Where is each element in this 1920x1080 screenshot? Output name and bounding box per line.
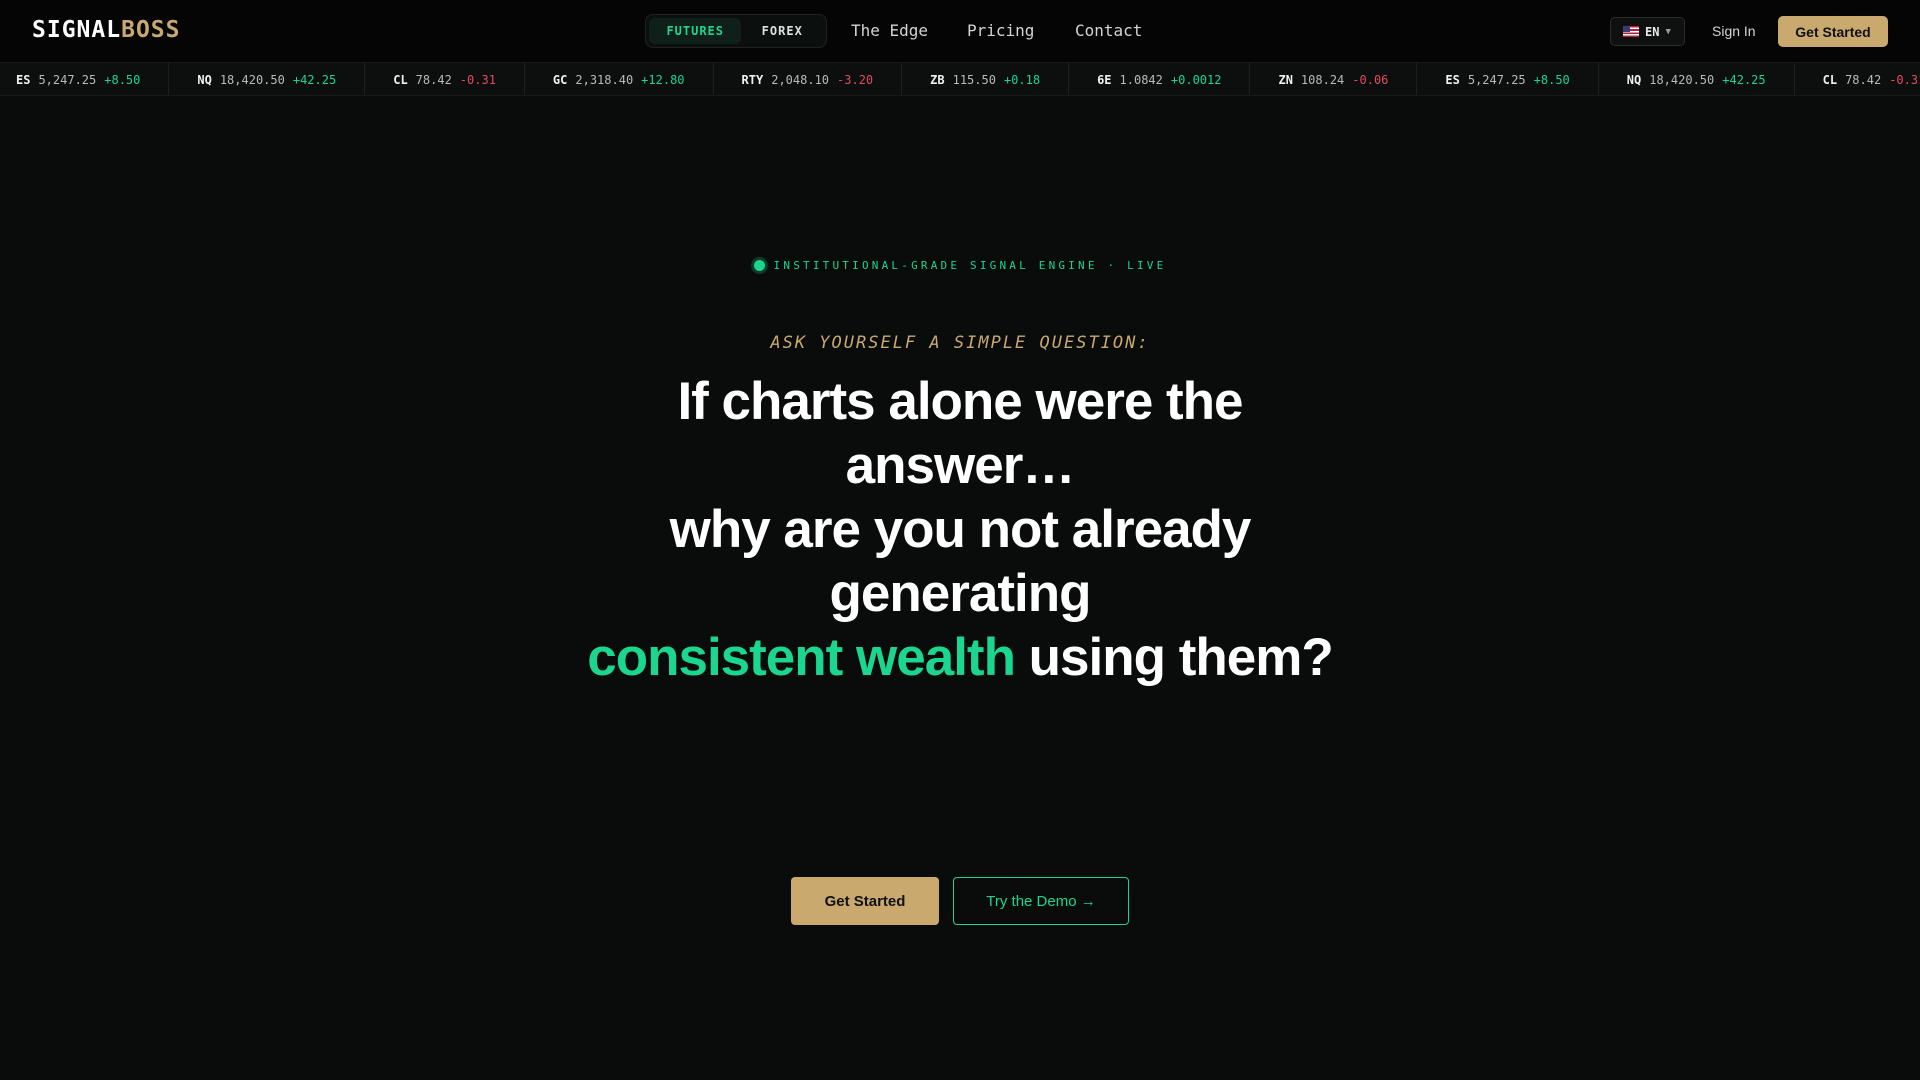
ticker-item: 6E 1.0842 +0.0012 bbox=[1069, 63, 1251, 95]
headline-line-2: why are you not already generating bbox=[669, 500, 1252, 623]
ticker-change: +0.0012 bbox=[1170, 73, 1222, 87]
ticker-symbol: CL bbox=[393, 73, 408, 87]
ticker-item: NQ 18,420.50 +42.25 bbox=[169, 63, 366, 95]
ticker-symbol: GC bbox=[552, 73, 568, 87]
hero-get-started-button[interactable]: Get Started bbox=[791, 877, 939, 925]
ticker-item: ES 5,247.25 +8.50 bbox=[0, 63, 170, 95]
ticker-item: ZN 108.24 -0.06 bbox=[1250, 63, 1418, 95]
nav-link-the-edge[interactable]: The Edge bbox=[851, 21, 928, 40]
ticker-price: 2,318.40 bbox=[575, 73, 634, 87]
ticker-change: +8.50 bbox=[1533, 73, 1570, 87]
ticker-item: ES 5,247.25 +8.50 bbox=[1417, 63, 1599, 95]
ticker-symbol: 6E bbox=[1097, 73, 1112, 87]
ticker-price: 5,247.25 bbox=[1467, 73, 1526, 87]
hero-headline: If charts alone were the answer… why are… bbox=[560, 370, 1360, 690]
ticker-symbol: NQ bbox=[197, 73, 212, 87]
ticker-item: CL 78.42 -0.31 bbox=[365, 63, 525, 95]
live-badge-text: INSTITUTIONAL-GRADE SIGNAL ENGINE · LIVE bbox=[773, 259, 1167, 272]
ticker-price: 78.42 bbox=[1845, 73, 1882, 87]
logo[interactable]: SIGNALBOSS bbox=[32, 17, 180, 43]
ticker-price: 115.50 bbox=[952, 73, 996, 87]
ticker-symbol: ES bbox=[1445, 73, 1460, 87]
ticker-price: 1.0842 bbox=[1119, 73, 1163, 87]
ticker-symbol: ZB bbox=[930, 73, 945, 87]
nav-get-started-button[interactable]: Get Started bbox=[1778, 16, 1888, 47]
logo-part-signal: SIGNAL bbox=[32, 17, 122, 43]
ticker-price: 108.24 bbox=[1300, 73, 1345, 87]
language-selector[interactable]: EN ▼ bbox=[1610, 17, 1685, 46]
language-code: EN bbox=[1645, 24, 1660, 39]
ticker-price: 18,420.50 bbox=[1649, 73, 1715, 87]
headline-line-3: using them? bbox=[1014, 628, 1334, 687]
ticker-price: 5,247.25 bbox=[38, 73, 97, 87]
ticker-change: +8.50 bbox=[104, 73, 141, 87]
ticker-change: -0.31 bbox=[459, 73, 496, 87]
ticker-item: CL 78.42 -0.31 bbox=[1795, 63, 1920, 95]
market-toggle: FUTURES FOREX bbox=[645, 14, 827, 48]
sign-in-link[interactable]: Sign In bbox=[1712, 23, 1756, 39]
chevron-down-icon: ▼ bbox=[1665, 26, 1671, 37]
ticker-change: +12.80 bbox=[641, 73, 685, 87]
ticker-change: +42.25 bbox=[1722, 73, 1766, 87]
us-flag-icon bbox=[1623, 26, 1639, 37]
top-navbar: SIGNALBOSS FUTURES FOREX The Edge Pricin… bbox=[0, 0, 1920, 62]
ticker-change: -3.20 bbox=[837, 73, 874, 87]
ticker-symbol: RTY bbox=[741, 73, 764, 87]
ticker-track: ES 5,247.25 +8.50 NQ 18,420.50 +42.25 CL 78.42-… bbox=[0, 63, 1920, 95]
forex-toggle[interactable]: FOREX bbox=[741, 18, 823, 44]
ticker-symbol: ZN bbox=[1278, 73, 1293, 87]
nav-link-pricing[interactable]: Pricing bbox=[967, 21, 1034, 40]
futures-toggle[interactable]: FUTURES bbox=[649, 18, 742, 44]
ticker-change: +0.18 bbox=[1003, 73, 1041, 87]
live-badge: INSTITUTIONAL-GRADE SIGNAL ENGINE · LIVE bbox=[0, 259, 1920, 272]
ticker-price: 2,048.10 bbox=[771, 73, 830, 87]
ticker-item: RTY 2,048.10 -3.20 bbox=[714, 63, 903, 95]
ticker-item: ZB 115.50 +0.18 bbox=[902, 63, 1070, 95]
ticker-price: 18,420.50 bbox=[219, 73, 285, 87]
live-dot-icon bbox=[753, 260, 765, 271]
ticker-symbol: NQ bbox=[1626, 73, 1642, 87]
nav-link-contact[interactable]: Contact bbox=[1075, 21, 1142, 40]
ticker-symbol: ES bbox=[16, 73, 31, 87]
logo-part-boss: BOSS bbox=[121, 17, 181, 43]
ticker-change: -0.06 bbox=[1352, 73, 1389, 87]
ticker-change: +42.25 bbox=[292, 73, 337, 87]
ticker-change: -0.31 bbox=[1889, 73, 1920, 87]
try-demo-button[interactable]: Try the Demo → bbox=[953, 877, 1129, 925]
ticker-symbol: CL bbox=[1822, 73, 1838, 87]
hero-subheading: ASK YOURSELF A SIMPLE QUESTION: bbox=[770, 333, 1150, 353]
ticker-item: GC 2,318.40 +12.80 bbox=[525, 63, 714, 95]
ticker-price: 78.42 bbox=[415, 73, 452, 87]
headline-line-1: If charts alone were the answer… bbox=[677, 372, 1243, 495]
market-ticker: ES 5,247.25 +8.50 NQ 18,420.50 +42.25 CL 78.42-… bbox=[0, 62, 1920, 96]
ticker-item: NQ 18,420.50 +42.25 bbox=[1599, 63, 1795, 95]
headline-highlight: consistent wealth bbox=[587, 628, 1016, 687]
